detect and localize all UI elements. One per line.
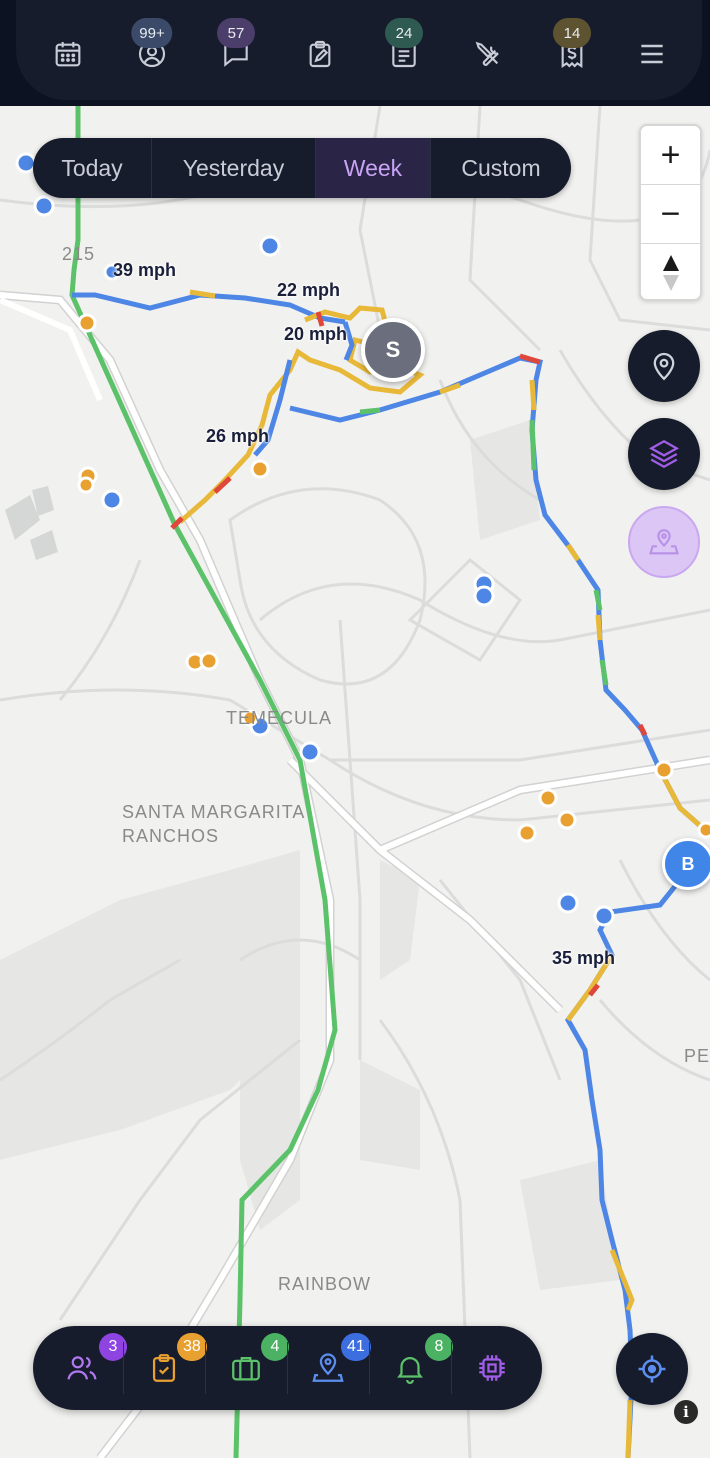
map-pin-person-icon	[312, 1353, 344, 1382]
invoices-badge: 14	[553, 18, 591, 48]
speed-label: 26 mph	[206, 426, 270, 447]
tasks-badge: 38	[177, 1333, 207, 1361]
invoices-button[interactable]: 14	[552, 18, 592, 74]
top-nav-pill	[16, 0, 702, 100]
contacts-button[interactable]: 99+	[131, 18, 173, 74]
contacts-badge: 99+	[131, 18, 173, 48]
map-layers-button[interactable]	[628, 418, 700, 490]
tools-button[interactable]	[468, 34, 508, 74]
crosshair-icon	[638, 1355, 666, 1383]
map-canvas[interactable]: 215 TEMECULA SANTA MARGARITA RANCHOS RAI…	[0, 106, 710, 1458]
bottom-navigation-bar: 3 38 4 41 8	[33, 1326, 542, 1410]
locations-badge: 41	[341, 1333, 371, 1361]
place-label-rainbow: RAINBOW	[278, 1274, 372, 1294]
team-button[interactable]: 3	[41, 1326, 127, 1410]
layers-icon	[648, 439, 680, 469]
zoom-in-button[interactable]: +	[641, 126, 700, 184]
tab-custom[interactable]: Custom	[431, 138, 571, 198]
devices-button[interactable]	[451, 1326, 533, 1410]
map-pin-area-icon	[649, 529, 679, 555]
clipboard-edit-icon	[309, 40, 331, 68]
highway-label: 215	[62, 244, 96, 264]
locations-button[interactable]: 41	[287, 1326, 371, 1410]
tasks-button[interactable]: 38	[123, 1326, 207, 1410]
users-icon	[67, 1356, 97, 1380]
map-base-layer	[0, 106, 710, 1458]
calendar-icon	[55, 42, 81, 67]
map-pin-icon	[653, 352, 675, 381]
top-navigation-bar: 99+ 57 24 14	[0, 0, 710, 106]
date-range-tabs: Today Yesterday Week Custom	[33, 138, 571, 198]
calendar-button[interactable]	[48, 34, 88, 74]
chip-icon	[479, 1355, 505, 1381]
speed-label: 35 mph	[552, 948, 616, 969]
forms-button[interactable]	[300, 34, 340, 74]
speed-label: 20 mph	[284, 324, 348, 345]
tab-week[interactable]: Week	[316, 138, 431, 198]
compass-button[interactable]	[641, 244, 700, 302]
speed-label: 22 mph	[277, 280, 341, 301]
alerts-button[interactable]: 8	[369, 1326, 453, 1410]
vehicle-marker-b[interactable]: B	[662, 838, 710, 890]
info-icon[interactable]: i	[674, 1400, 698, 1424]
place-label-santa-margarita: SANTA MARGARITA RANCHOS	[122, 802, 306, 846]
place-marker-button[interactable]	[628, 506, 700, 578]
tab-today[interactable]: Today	[33, 138, 152, 198]
documents-button[interactable]: 24	[384, 18, 424, 74]
map-zoom-control: + −	[639, 124, 702, 301]
place-label-pe: PE	[684, 1046, 710, 1066]
briefcase-icon	[232, 1356, 260, 1381]
clipboard-check-icon	[152, 1354, 176, 1382]
messages-button[interactable]: 57	[216, 18, 256, 74]
documents-badge: 24	[385, 18, 423, 48]
jobs-button[interactable]: 4	[205, 1326, 289, 1410]
vehicle-marker-s[interactable]: S	[361, 318, 425, 382]
menu-button[interactable]	[632, 34, 672, 74]
recenter-button[interactable]	[616, 1333, 688, 1405]
tab-yesterday[interactable]: Yesterday	[152, 138, 316, 198]
menu-icon	[641, 44, 663, 64]
messages-badge: 57	[217, 18, 255, 48]
speed-label: 39 mph	[113, 260, 177, 281]
compass-icon	[662, 255, 679, 291]
zoom-out-button[interactable]: −	[641, 185, 700, 243]
location-pin-button[interactable]	[628, 330, 700, 402]
tools-icon	[475, 41, 499, 66]
alerts-badge: 8	[425, 1333, 453, 1361]
place-label-temecula: TEMECULA	[226, 708, 333, 728]
jobs-badge: 4	[261, 1333, 289, 1361]
bell-icon	[397, 1357, 423, 1384]
